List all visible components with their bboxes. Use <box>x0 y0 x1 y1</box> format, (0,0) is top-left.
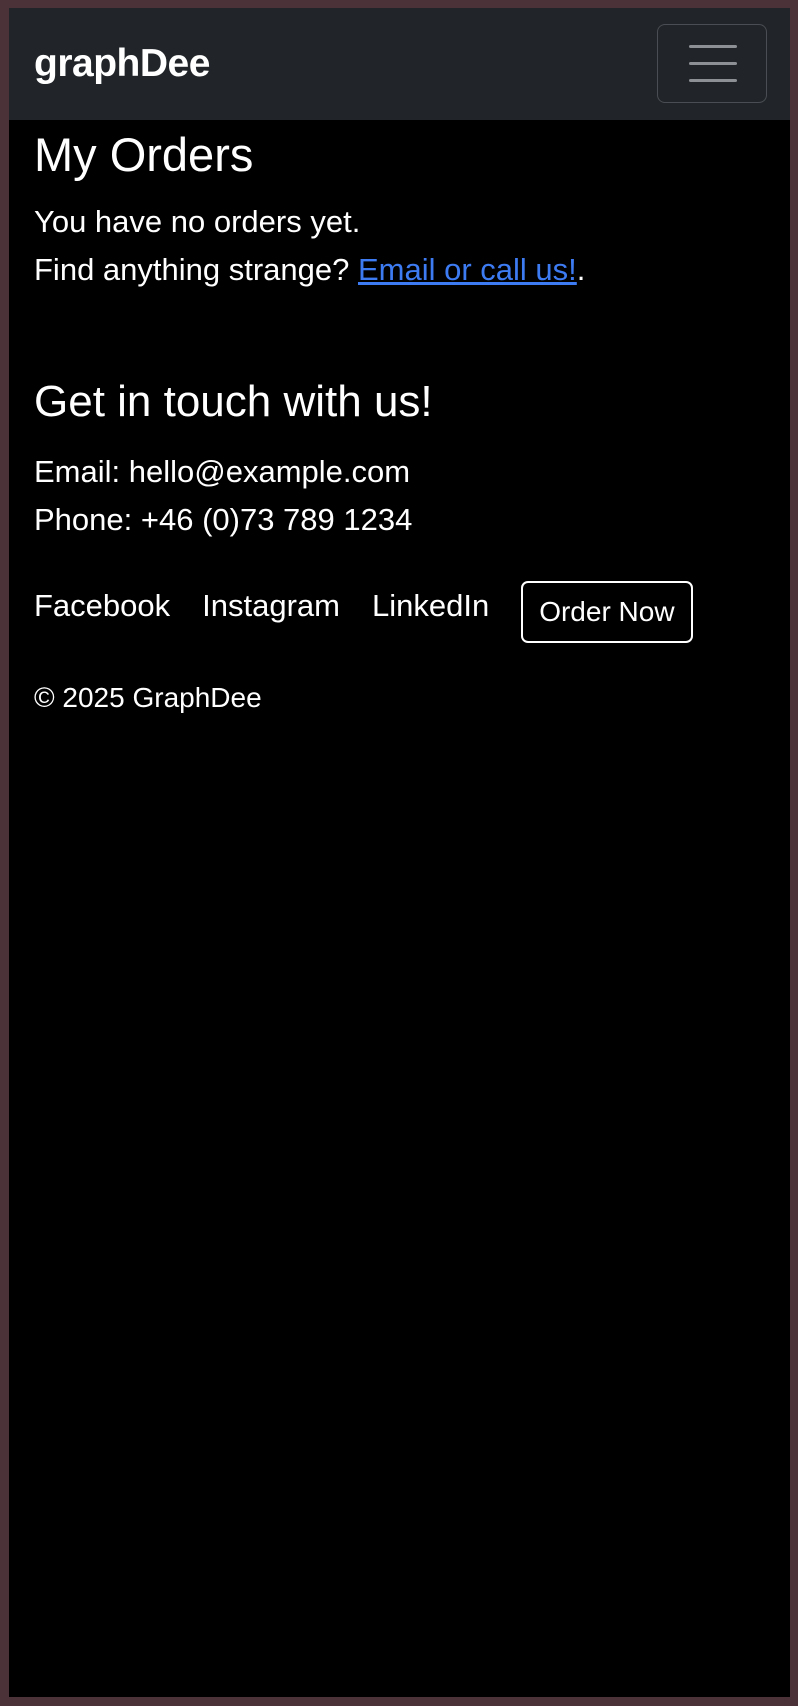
hamburger-menu-icon <box>689 45 737 48</box>
social-links: Facebook Instagram LinkedIn Order Now <box>34 580 765 643</box>
page-frame: graphDee My Orders You have no orders ye… <box>9 8 790 1697</box>
contact-link[interactable]: Email or call us! <box>358 252 577 287</box>
menu-toggle-button[interactable] <box>657 24 767 103</box>
help-text: Find anything strange? Email or call us!… <box>34 246 765 294</box>
facebook-link[interactable]: Facebook <box>34 582 170 630</box>
hamburger-menu-icon-bar <box>689 62 737 65</box>
footer-title: Get in touch with us! <box>34 377 433 426</box>
help-text-prefix: Find anything strange? <box>34 252 358 287</box>
main-content: My Orders You have no orders yet. Find a… <box>9 127 790 718</box>
linkedin-link[interactable]: LinkedIn <box>372 582 489 630</box>
page-title: My Orders <box>34 128 254 181</box>
contact-phone: Phone: +46 (0)73 789 1234 <box>34 502 413 537</box>
empty-orders-message: You have no orders yet. <box>34 204 361 239</box>
instagram-link[interactable]: Instagram <box>202 582 340 630</box>
order-now-button[interactable]: Order Now <box>521 581 693 643</box>
copyright: © 2025 GraphDee <box>34 682 262 713</box>
navbar: graphDee <box>9 8 790 120</box>
hamburger-menu-icon-bar <box>689 79 737 82</box>
brand-logo[interactable]: graphDee <box>34 8 210 120</box>
contact-email: Email: hello@example.com <box>34 454 411 489</box>
help-text-suffix: . <box>576 252 586 287</box>
